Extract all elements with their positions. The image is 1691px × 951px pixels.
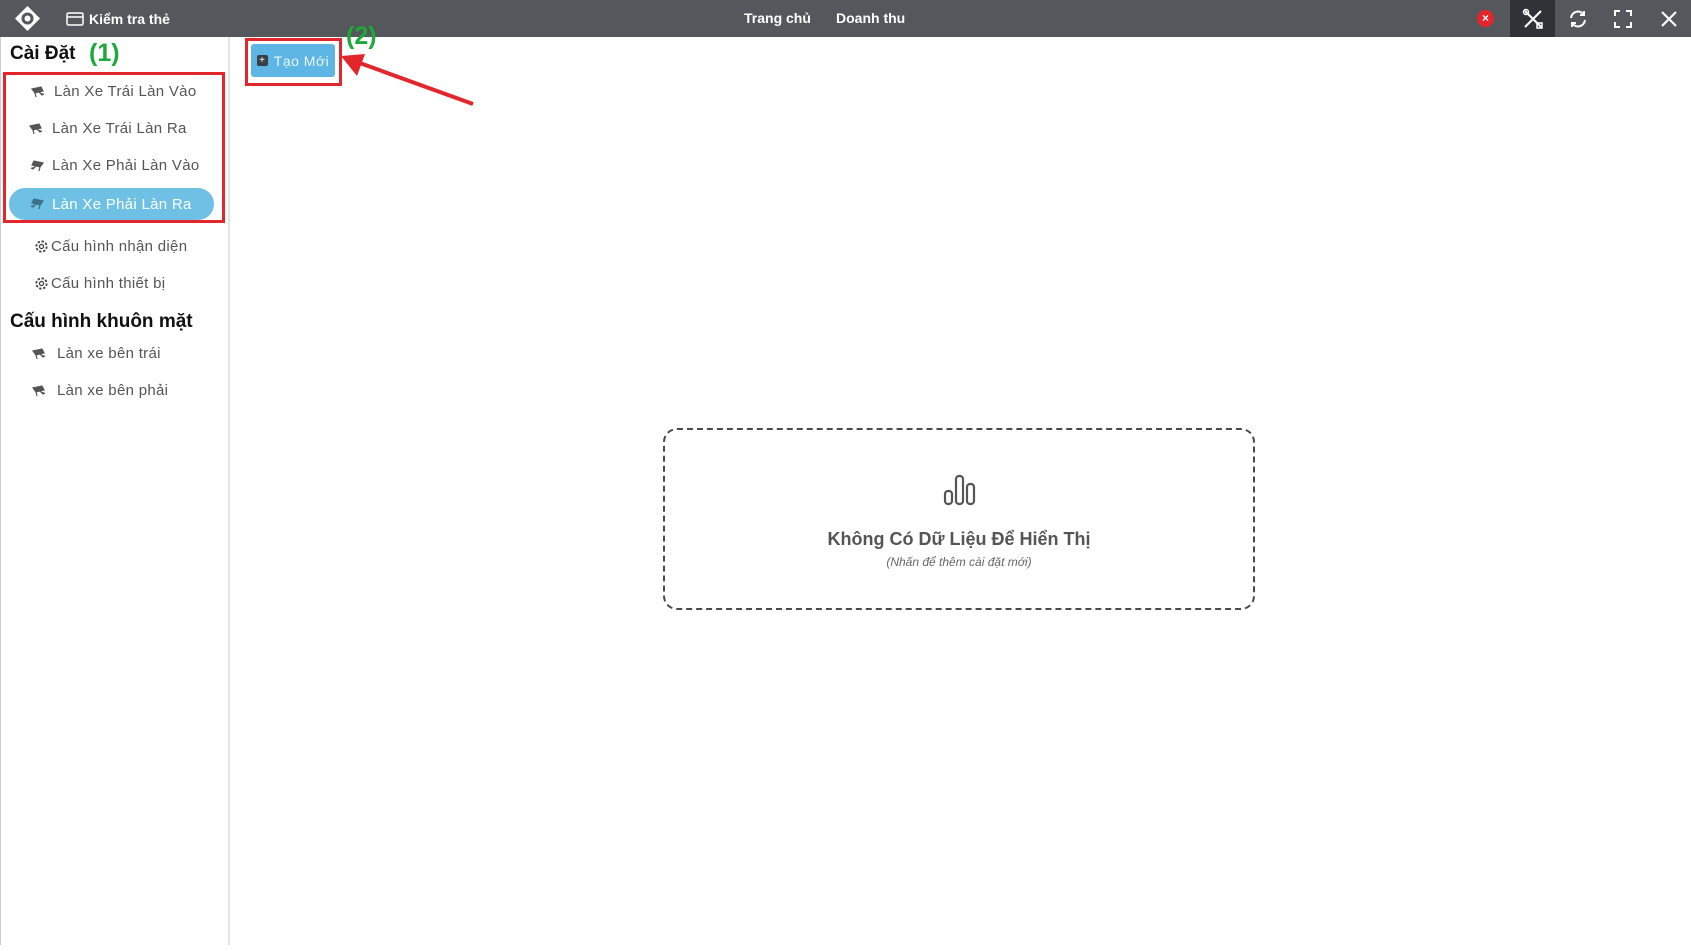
tools-icon [1522,8,1543,29]
card-check-button[interactable]: Kiểm tra thẻ [66,9,170,29]
card-check-label: Kiểm tra thẻ [89,11,170,27]
sidebar-item-label: Cấu hình nhận diện [51,238,188,255]
empty-state[interactable]: Không Có Dữ Liệu Để Hiển Thị (Nhấn để th… [663,428,1255,610]
annotation-2: (2) [346,22,377,50]
sidebar-item-label: Làn Xe Phải Làn Vào [52,157,200,174]
annotation-arrow-icon [341,54,474,106]
settings-title: Cài Đặt [10,43,76,64]
nav-revenue[interactable]: Doanh thu [836,10,905,26]
plus-square-icon: + [256,55,268,66]
card-icon [66,12,84,26]
sidebar-item-face-left-lane[interactable]: Làn xe bên trái [32,345,161,362]
face-config-title: Cấu hình khuôn mặt [10,311,193,332]
gear-icon [35,240,48,253]
camera-icon [32,347,46,359]
camera-icon [30,159,44,171]
camera-icon [31,85,45,97]
bar-chart-icon [943,474,976,506]
title-bar: Kiểm tra thẻ Trang chủ Doanh thu × [0,0,1691,37]
sidebar-item-label: Làn Xe Trái Làn Ra [52,120,187,137]
sidebar-item-right-lane-in[interactable]: Làn Xe Phải Làn Vào [29,157,199,174]
empty-state-hint: (Nhấn để thêm cài đặt mới) [886,555,1032,569]
annotation-1: (1) [89,39,120,67]
sidebar-item-recognition-config[interactable]: Cấu hình nhận diện [34,238,187,255]
camera-icon [32,384,46,396]
refresh-icon [1570,10,1586,27]
sidebar-item-left-lane-in[interactable]: Làn Xe Trái Làn Vào [31,83,196,100]
fullscreen-button[interactable] [1603,0,1643,37]
sidebar-item-label: Làn xe bên phải [57,382,169,399]
close-icon [1661,10,1677,27]
sidebar-item-right-lane-out[interactable]: Làn Xe Phải Làn Ra [9,188,214,220]
tools-button[interactable] [1510,0,1555,37]
sidebar: Cài Đặt (1) Làn Xe Trái Làn Vào Làn Xe T… [0,37,230,945]
sidebar-item-label: Làn xe bên trái [57,345,161,362]
create-new-button[interactable]: + Tạo Mới [251,44,335,77]
camera-icon [30,198,44,210]
close-window-button[interactable] [1649,0,1689,37]
sidebar-item-label: Làn Xe Trái Làn Vào [54,83,197,100]
refresh-button[interactable] [1558,0,1598,37]
nav-home[interactable]: Trang chủ [744,10,811,26]
gear-icon [35,277,48,290]
fullscreen-icon [1614,9,1632,28]
app-logo-icon[interactable] [14,5,41,32]
create-new-label: Tạo Mới [273,52,330,69]
sidebar-item-face-right-lane[interactable]: Làn xe bên phải [32,382,168,399]
camera-icon [29,122,43,134]
sidebar-item-left-lane-out[interactable]: Làn Xe Trái Làn Ra [29,120,187,137]
sidebar-item-label: Cấu hình thiết bị [51,275,166,292]
error-close-icon[interactable]: × [1477,10,1494,27]
empty-state-title: Không Có Dữ Liệu Để Hiển Thị [827,529,1091,549]
sidebar-item-device-config[interactable]: Cấu hình thiết bị [34,275,165,292]
sidebar-item-label: Làn Xe Phải Làn Ra [52,195,192,213]
